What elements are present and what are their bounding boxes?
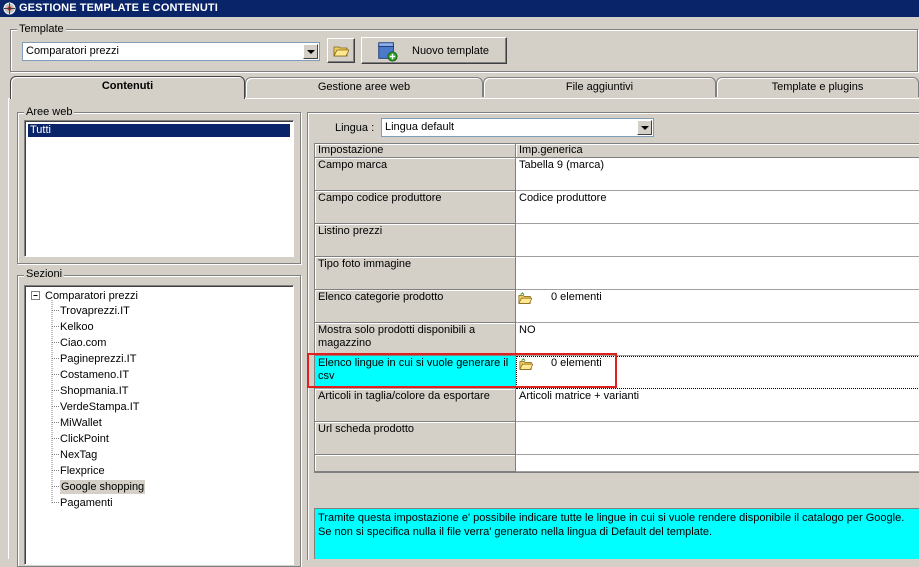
new-template-icon [378, 42, 398, 62]
tree-item-selected[interactable]: Google shopping [60, 480, 146, 494]
tab-contenuti[interactable]: Contenuti [10, 76, 245, 99]
description-line: Se non si specifica nulla il file verra'… [318, 526, 713, 538]
tree-root[interactable]: Comparatori prezzi [45, 289, 138, 303]
tab-gestione-aree-web[interactable]: Gestione aree web [245, 77, 483, 97]
sezioni-label: Sezioni [24, 268, 65, 280]
setting-value[interactable]: Codice produttore [516, 191, 919, 224]
template-select-value: Comparatori prezzi [26, 45, 119, 57]
setting-value[interactable]: Tabella 9 (marca) [516, 158, 919, 191]
tree-item[interactable]: Trovaprezzi.IT [60, 304, 130, 318]
sezioni-tree[interactable]: Comparatori prezzi Trovaprezzi.IT Kelkoo… [24, 285, 294, 565]
setting-name-selected[interactable]: Elenco lingue in cui si vuole generare i… [315, 356, 516, 389]
setting-value[interactable] [516, 257, 919, 290]
setting-name[interactable]: Listino prezzi [315, 224, 516, 257]
settings-grid[interactable]: Impostazione Imp.generica Campo marca Ta… [314, 143, 919, 473]
lingua-select-value: Lingua default [385, 121, 455, 133]
setting-value[interactable] [516, 422, 919, 455]
folder-open-icon [333, 46, 349, 57]
tab-template-plugins-label: Template e plugins [771, 81, 864, 93]
setting-name[interactable]: Mostra solo prodotti disponibili a magaz… [315, 323, 516, 356]
open-template-button[interactable] [327, 38, 355, 63]
setting-name[interactable]: Articoli in taglia/colore da esportare [315, 389, 516, 422]
aree-web-list[interactable]: Tutti [24, 120, 294, 257]
lingua-select[interactable]: Lingua default [381, 118, 654, 137]
empty-row [315, 455, 516, 472]
new-template-button[interactable]: Nuovo template [361, 37, 507, 64]
tree-item[interactable]: Pagineprezzi.IT [60, 352, 136, 366]
folder-icon[interactable] [519, 358, 533, 372]
setting-name[interactable]: Url scheda prodotto [315, 422, 516, 455]
setting-name[interactable]: Campo marca [315, 158, 516, 191]
tree-item[interactable]: Costameno.IT [60, 368, 129, 382]
setting-value: 0 elementi [551, 357, 602, 369]
column-header[interactable]: Imp.generica [516, 144, 919, 158]
tab-template-plugins[interactable]: Template e plugins [716, 77, 919, 97]
new-template-label: Nuovo template [412, 45, 490, 57]
setting-value[interactable] [516, 224, 919, 257]
tree-item[interactable]: Kelkoo [60, 320, 94, 334]
list-item[interactable]: Tutti [28, 124, 290, 137]
setting-name[interactable]: Elenco categorie prodotto [315, 290, 516, 323]
setting-name[interactable]: Campo codice produttore [315, 191, 516, 224]
chevron-down-icon[interactable] [637, 120, 652, 135]
window-title: GESTIONE TEMPLATE E CONTENUTI [19, 2, 218, 14]
column-header[interactable]: Impostazione [315, 144, 516, 158]
setting-value[interactable]: Articoli matrice + varianti [516, 389, 919, 422]
empty-row [516, 455, 919, 472]
aree-web-label: Aree web [24, 106, 75, 118]
tree-expand-icon[interactable] [31, 291, 40, 300]
tree-item[interactable]: MiWallet [60, 416, 102, 430]
folder-icon[interactable] [518, 292, 532, 306]
tab-file-aggiuntivi-label: File aggiuntivi [565, 81, 634, 93]
tab-file-aggiuntivi[interactable]: File aggiuntivi [483, 77, 716, 97]
description-panel: Tramite questa impostazione e' possibile… [314, 508, 919, 559]
app-icon [3, 2, 16, 15]
tree-item[interactable]: Flexprice [60, 464, 105, 478]
description-line: Tramite questa impostazione e' possibile… [318, 512, 905, 524]
setting-name[interactable]: Tipo foto immagine [315, 257, 516, 290]
setting-value-cell[interactable]: 0 elementi [516, 290, 919, 323]
tab-contenuti-label: Contenuti [101, 80, 154, 92]
title-bar: GESTIONE TEMPLATE E CONTENUTI [0, 0, 919, 17]
setting-value[interactable]: NO [516, 323, 919, 356]
template-select[interactable]: Comparatori prezzi [22, 42, 320, 61]
tree-item[interactable]: VerdeStampa.IT [60, 400, 140, 414]
tree-item[interactable]: NexTag [60, 448, 97, 462]
setting-value-cell-selected[interactable]: 0 elementi [516, 356, 919, 389]
lingua-label: Lingua : [335, 122, 375, 134]
setting-value: 0 elementi [551, 291, 602, 303]
tab-gestione-aree-web-label: Gestione aree web [317, 81, 411, 93]
tree-item[interactable]: Shopmania.IT [60, 384, 128, 398]
tree-item[interactable]: Pagamenti [60, 496, 113, 510]
tree-item[interactable]: Ciao.com [60, 336, 106, 350]
template-group-label: Template [17, 23, 66, 35]
chevron-down-icon[interactable] [303, 44, 318, 59]
tree-item[interactable]: ClickPoint [60, 432, 109, 446]
